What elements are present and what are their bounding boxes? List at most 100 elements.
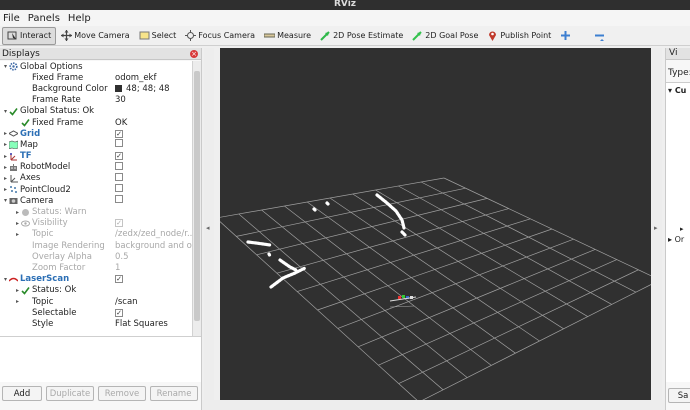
interact-tool-button[interactable]: Interact [2,26,57,45]
collapsed-arrow-icon[interactable]: ▸ [2,130,9,137]
checkbox[interactable] [115,139,123,148]
add-button[interactable]: Add [2,386,42,401]
views-current-item[interactable]: ▾ Cu [668,86,686,95]
collapsed-arrow-icon[interactable]: ▸ [14,287,21,294]
remove-tool-button[interactable] [590,27,611,45]
tree-row-value[interactable]: ✓ [115,308,123,318]
tree-row-value[interactable]: ✓ [115,218,123,228]
collapsed-arrow-icon[interactable]: ▸ [2,164,9,171]
tree-row[interactable]: ▸ Axes [0,172,192,184]
tree-row[interactable]: ▸ Status: Ok [0,285,192,296]
tree-row-value[interactable] [115,161,123,173]
views-expand-arrow[interactable]: ▸ [680,225,684,233]
tree-row[interactable]: ▸ RobotModel [0,161,192,173]
tree-row[interactable]: ▸ Status: Warn [0,206,192,217]
render-canvas[interactable] [215,48,661,403]
checkbox[interactable] [115,195,123,204]
tree-row[interactable]: Fixed Frame OK [0,117,192,128]
tree-row[interactable]: ▸ Topic/scan [0,296,192,307]
pose-estimate-tool-button[interactable]: 2D Pose Estimate [316,27,407,45]
tree-row-value[interactable] [115,184,123,195]
menu-panels[interactable]: Panels [28,13,60,24]
tree-row-value[interactable] [115,172,123,184]
tree-row-value[interactable]: OK [115,118,127,128]
collapsed-arrow-icon[interactable]: ▸ [2,186,9,193]
collapsed-arrow-icon[interactable]: ▸ [2,153,9,160]
collapsed-arrow-icon[interactable]: ▸ [2,141,9,148]
tree-row[interactable]: ▾ Global Status: Ok [0,106,192,117]
collapsed-arrow-icon[interactable]: ▸ [2,175,9,182]
duplicate-button[interactable]: Duplicate [46,386,94,401]
tree-row[interactable]: ▾ Camera [0,195,192,206]
tree-row-value[interactable]: odom_ekf [115,73,156,83]
collapsed-arrow-icon[interactable]: ▸ [14,231,21,238]
checkbox[interactable]: ✓ [115,308,123,317]
tree-row[interactable]: Zoom Factor 1 [0,262,192,273]
displays-tree[interactable]: ▾ Global Options Fixed Frame odom_ekf Backgr… [0,61,192,336]
collapse-left-icon[interactable]: ◂ [206,224,210,232]
tree-row-value[interactable]: /scan [115,297,138,307]
tree-row-value[interactable] [115,195,123,206]
menu-file[interactable]: File [3,13,20,24]
views-tree[interactable]: ▾ Cu ▸ ▸ Or [666,82,690,382]
tree-row-value[interactable]: 30 [115,95,126,105]
tree-row[interactable]: Selectable ✓ [0,307,192,318]
right-splitter[interactable]: ▸ [652,48,662,410]
left-splitter[interactable]: ◂ [204,48,214,410]
expanded-arrow-icon[interactable]: ▾ [2,108,9,115]
checkbox[interactable]: ✓ [115,219,123,228]
collapse-right-icon[interactable]: ▸ [654,224,658,232]
checkbox[interactable]: ✓ [115,152,123,161]
views-save-button[interactable]: Sa [668,388,690,403]
select-tool-button[interactable]: Select [135,27,181,45]
tree-row[interactable]: Background Color 48; 48; 48 [0,83,192,94]
tree-row[interactable]: ▸ Visibility ✓ [0,218,192,229]
menu-help[interactable]: Help [68,13,91,24]
scrollbar-thumb[interactable] [194,71,200,321]
tree-row-value[interactable]: 48; 48; 48 [115,84,170,94]
tree-row[interactable]: ▾ Global Options [0,61,192,72]
collapsed-arrow-icon[interactable]: ▸ [14,298,21,305]
expanded-arrow-icon[interactable]: ▾ [2,276,9,283]
close-icon[interactable]: × [190,50,198,58]
expanded-arrow-icon[interactable]: ▾ [2,197,9,204]
move-camera-tool-button[interactable]: Move Camera [57,27,133,45]
tree-row-value[interactable]: /zedx/zed_node/r... [115,229,192,239]
goal-pose-tool-button[interactable]: 2D Goal Pose [408,27,482,45]
tree-row-value[interactable]: 0.5 [115,252,129,262]
tree-row[interactable]: Image Rendering background and o... [0,240,192,251]
expanded-arrow-icon[interactable]: ▾ [2,63,9,70]
tree-row-value[interactable]: ✓ [115,151,123,161]
collapsed-arrow-icon[interactable]: ▸ [14,220,21,227]
tree-row-value[interactable]: Flat Squares [115,319,168,329]
tree-row-value[interactable] [115,139,123,150]
tree-row[interactable]: Overlay Alpha 0.5 [0,251,192,262]
checkbox[interactable] [115,172,123,181]
measure-tool-button[interactable]: Measure [260,27,315,45]
publish-point-tool-button[interactable]: Publish Point [483,27,555,45]
tree-row[interactable]: Fixed Frame odom_ekf [0,72,192,83]
remove-button[interactable]: Remove [98,386,146,401]
checkbox[interactable] [115,184,123,193]
tree-row-value[interactable]: background and o... [115,241,192,251]
tree-row-value[interactable]: 1 [115,263,120,273]
tree-row[interactable]: ▸ PointCloud2 [0,184,192,195]
tree-row[interactable]: Style Flat Squares [0,318,192,329]
checkbox[interactable]: ✓ [115,275,123,284]
color-swatch[interactable] [115,84,122,92]
render-view[interactable] [215,48,661,403]
views-orbit-item[interactable]: ▸ Or [668,235,684,244]
tree-row[interactable]: ▸ Grid ✓ [0,128,192,139]
tree-row[interactable]: ▾ LaserScan ✓ [0,274,192,285]
tree-row[interactable]: Frame Rate 30 [0,95,192,106]
focus-camera-tool-button[interactable]: Focus Camera [181,27,259,45]
add-tool-button[interactable] [556,27,577,45]
tree-row-value[interactable]: ✓ [115,274,123,284]
collapsed-arrow-icon[interactable]: ▸ [14,209,21,216]
checkbox[interactable] [115,161,123,170]
rename-button[interactable]: Rename [150,386,198,401]
tree-row[interactable]: ▸ Map [0,139,192,150]
tree-row[interactable]: ▸ Topic/zedx/zed_node/r... [0,229,192,240]
checkbox[interactable]: ✓ [115,129,123,138]
tree-row-value[interactable]: ✓ [115,129,123,139]
